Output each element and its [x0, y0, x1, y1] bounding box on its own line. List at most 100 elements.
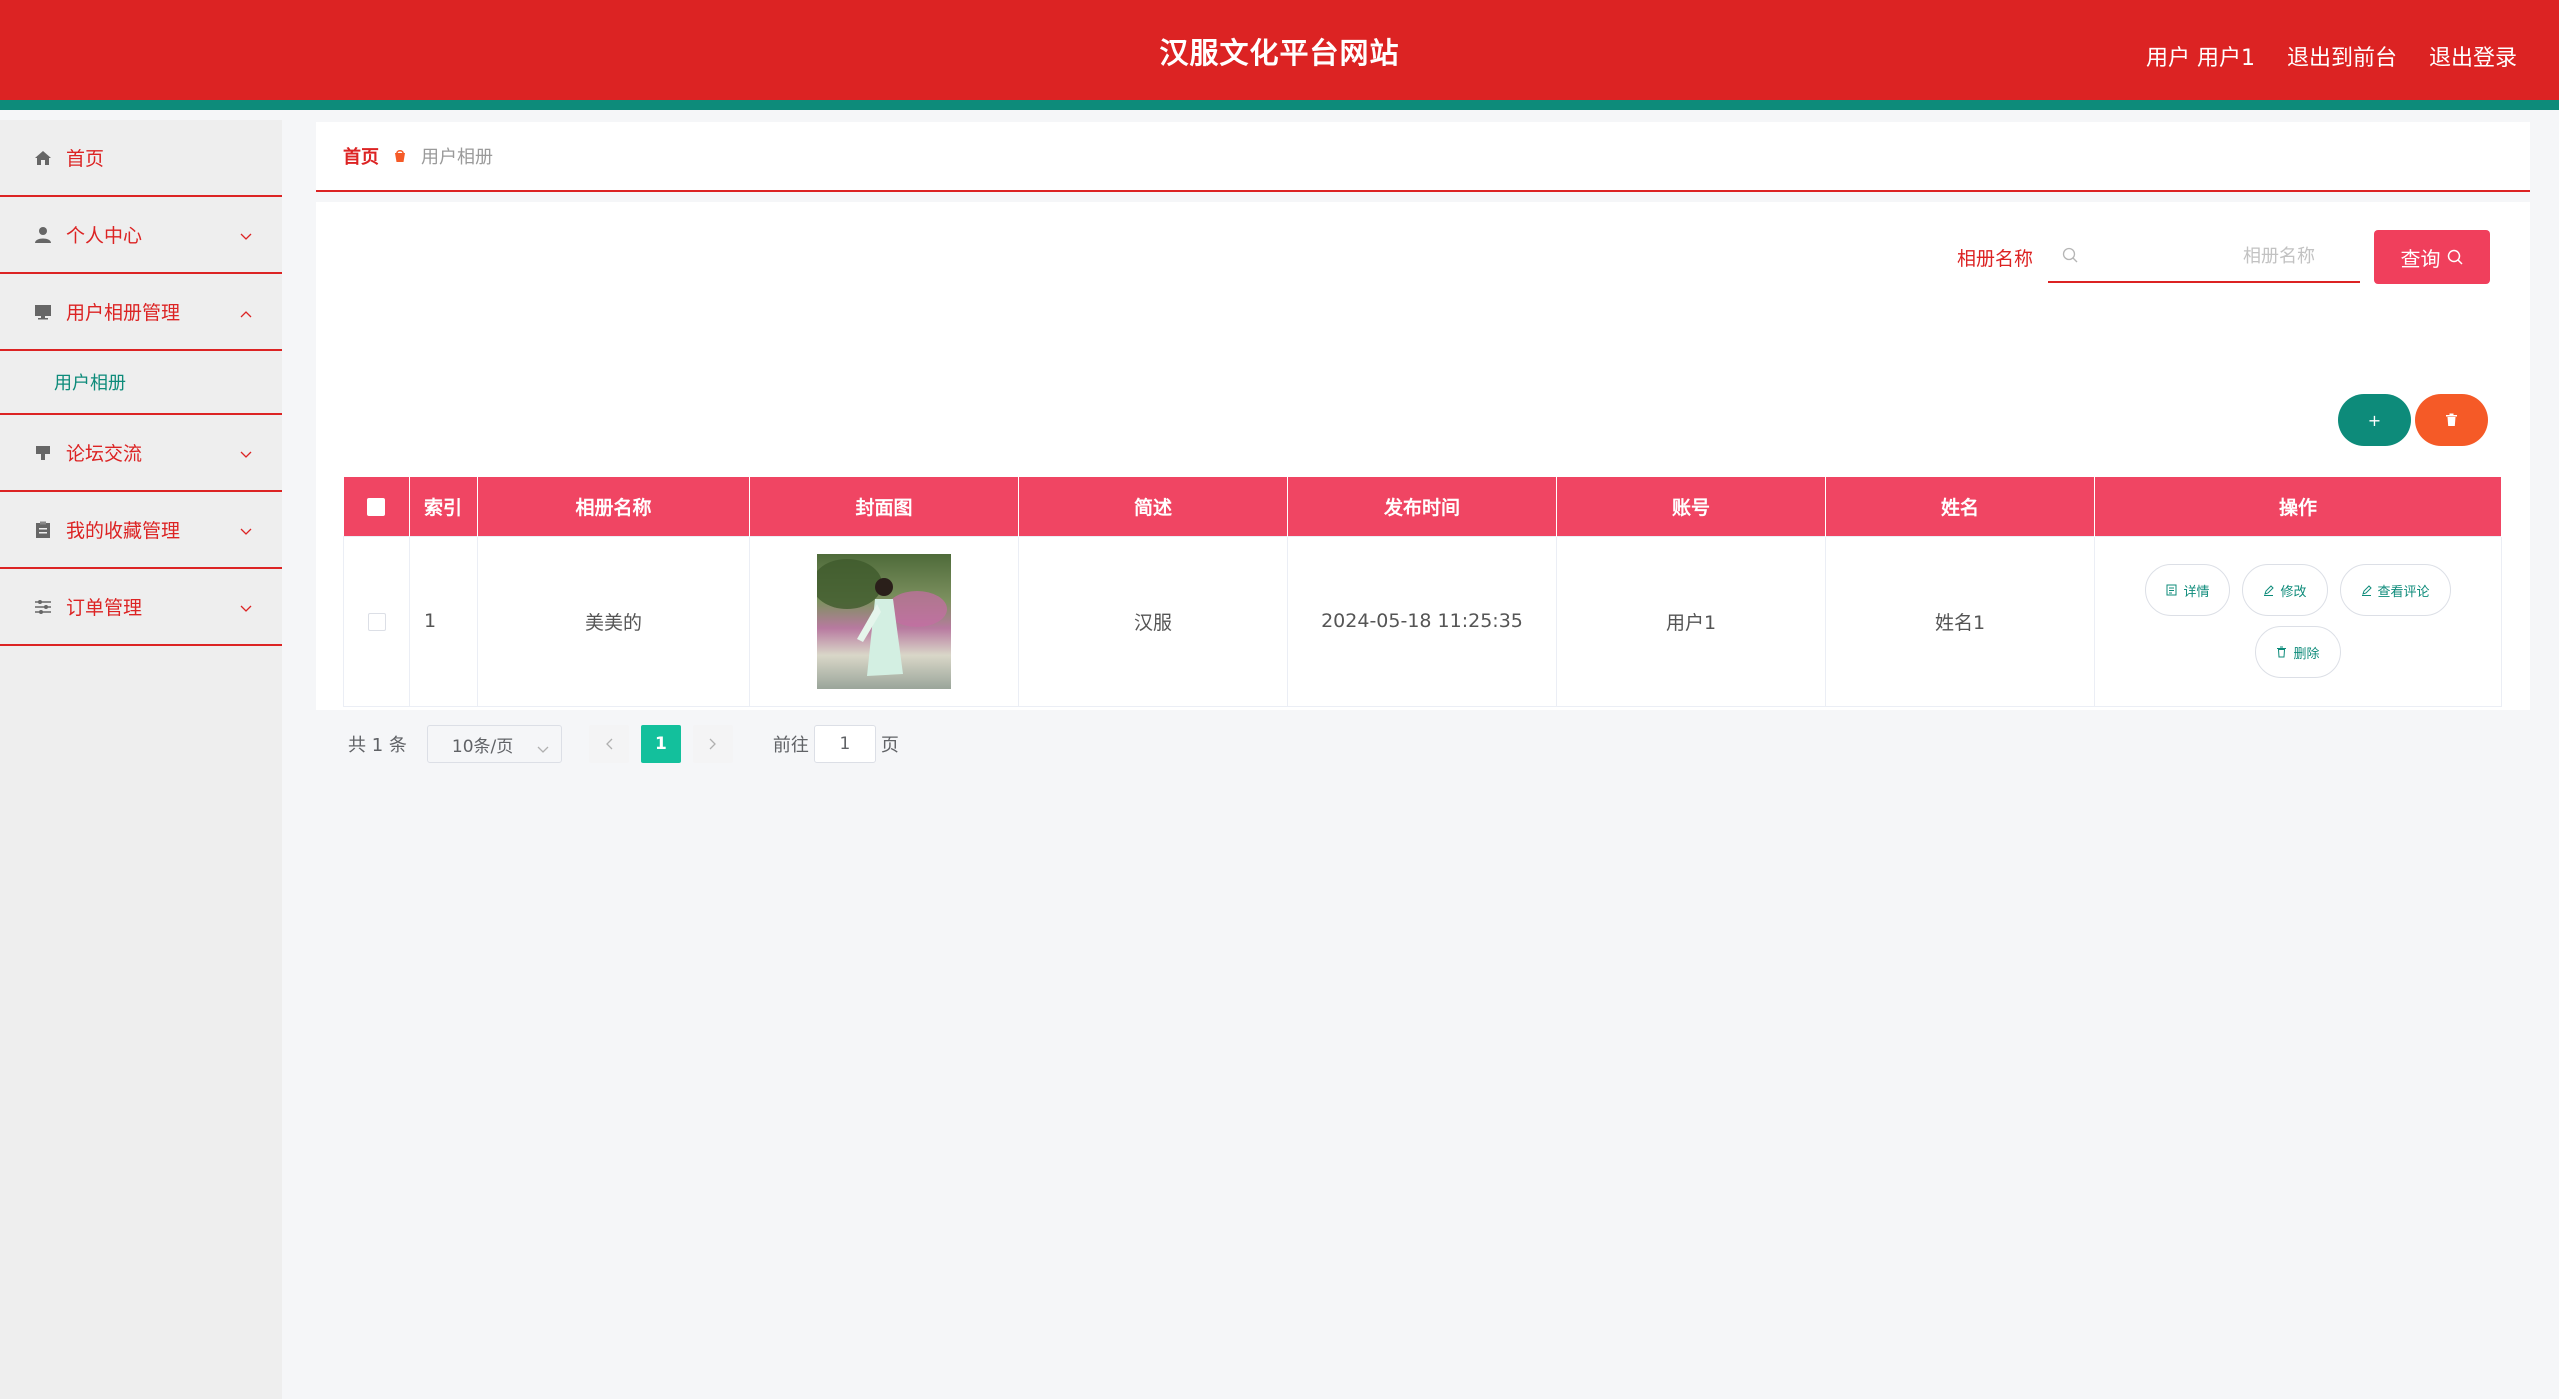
detail-button[interactable]: 详情 — [2145, 564, 2231, 616]
breadcrumb-home[interactable]: 首页 — [343, 143, 379, 169]
home-icon — [30, 150, 56, 166]
edit-icon — [2361, 585, 2372, 596]
add-button[interactable]: + — [2338, 394, 2411, 446]
document-icon — [2166, 584, 2177, 596]
select-all-cell — [343, 477, 410, 536]
search-input[interactable] — [2048, 231, 2360, 281]
bucket-icon — [393, 149, 407, 163]
sidebar-item-home[interactable]: 首页 — [0, 120, 282, 197]
publish-time-cell: 2024-05-18 11:25:35 — [1287, 535, 1557, 707]
action-buttons: + — [2338, 394, 2488, 446]
total-count: 共 1 条 — [348, 735, 407, 756]
delete-button[interactable]: 删除 — [2255, 626, 2341, 678]
sidebar-item-label: 论坛交流 — [66, 443, 143, 465]
edit-button[interactable]: 修改 — [2242, 564, 2328, 616]
column-header: 简述 — [1018, 477, 1288, 536]
batch-delete-button[interactable] — [2415, 394, 2488, 446]
sidebar-item-forum[interactable]: 论坛交流 — [0, 415, 282, 492]
back-to-front-link[interactable]: 退出到前台 — [2287, 40, 2397, 72]
row-checkbox[interactable] — [367, 612, 386, 631]
index-cell: 1 — [409, 535, 478, 707]
search-bar: 相册名称 查询 — [1957, 230, 2490, 284]
page-number-current[interactable]: 1 — [640, 725, 681, 763]
column-header: 账号 — [1556, 477, 1826, 536]
name-cell: 姓名1 — [1825, 535, 2095, 707]
sidebar: 首页 个人中心 用户相册管理 用户相册 论坛交流 我的收藏管理 订单管理 — [0, 120, 282, 1399]
sidebar-item-album-management[interactable]: 用户相册管理 — [0, 274, 282, 351]
sidebar-item-label: 我的收藏管理 — [66, 520, 181, 542]
column-header: 封面图 — [749, 477, 1019, 536]
query-button-label: 查询 — [2400, 246, 2441, 271]
table-header-row: 索引 相册名称 封面图 简述 发布时间 账号 姓名 操作 — [343, 477, 2502, 536]
search-field — [2048, 231, 2360, 283]
chevron-down-icon — [240, 519, 252, 541]
sidebar-item-label: 用户相册管理 — [66, 302, 181, 324]
view-comments-label: 查看评论 — [2377, 584, 2430, 600]
header-nav: 用户 用户1 退出到前台 退出登录 — [2146, 40, 2517, 72]
cover-cell — [749, 535, 1019, 707]
main-content: 首页 用户相册 相册名称 查询 + — [316, 122, 2530, 763]
account-cell: 用户1 — [1556, 535, 1826, 707]
column-header: 姓名 — [1825, 477, 2095, 536]
edit-button-label: 修改 — [2280, 584, 2307, 600]
sidebar-item-user-album[interactable]: 用户相册 — [0, 351, 282, 415]
chevron-down-icon — [240, 224, 252, 246]
chevron-down-icon — [240, 596, 252, 618]
breadcrumb-current: 用户相册 — [421, 147, 493, 168]
chat-icon — [30, 444, 56, 462]
sidebar-item-label: 订单管理 — [66, 597, 143, 619]
sidebar-item-orders[interactable]: 订单管理 — [0, 569, 282, 646]
search-label: 相册名称 — [1956, 247, 2033, 270]
select-all-checkbox[interactable] — [367, 497, 386, 516]
user-icon — [30, 226, 56, 244]
logout-link[interactable]: 退出登录 — [2429, 40, 2517, 72]
pagination: 共 1 条 10条/页 1 前往 页 — [348, 725, 899, 763]
prev-page-button[interactable] — [588, 725, 629, 763]
sidebar-item-label: 个人中心 — [66, 225, 143, 247]
operations-cell: 详情 修改 查看评论 删除 — [2094, 535, 2502, 707]
sidebar-item-label: 首页 — [66, 148, 105, 170]
sidebar-item-favorites[interactable]: 我的收藏管理 — [0, 492, 282, 569]
monitor-icon — [30, 304, 56, 320]
chevron-down-icon — [537, 739, 549, 759]
summary-cell: 汉服 — [1018, 535, 1288, 707]
chevron-left-icon — [605, 738, 613, 750]
sidebar-item-personal-center[interactable]: 个人中心 — [0, 197, 282, 274]
column-header: 索引 — [409, 477, 478, 536]
clipboard-icon — [30, 521, 56, 539]
content-panel: 相册名称 查询 + — [316, 202, 2530, 763]
table-row: 1 美美的 汉服 2024-05-18 11:25:35 用户1 姓名1 详情 … — [343, 535, 2502, 707]
query-button[interactable]: 查询 — [2374, 230, 2490, 284]
trash-icon — [2277, 646, 2287, 658]
add-button-label: + — [2367, 410, 2382, 430]
row-select-cell — [343, 535, 410, 707]
top-header: 汉服文化平台网站 用户 用户1 退出到前台 退出登录 — [0, 0, 2559, 110]
cover-image[interactable] — [817, 553, 951, 689]
edit-icon — [2264, 585, 2275, 596]
operations: 详情 修改 查看评论 删除 — [2095, 564, 2501, 678]
delete-button-label: 删除 — [2293, 646, 2320, 662]
trash-icon — [2446, 413, 2457, 426]
breadcrumb: 首页 用户相册 — [316, 122, 2530, 192]
column-header: 相册名称 — [477, 477, 750, 536]
goto-page-input[interactable] — [813, 725, 876, 763]
page-size-select[interactable]: 10条/页 — [426, 725, 562, 763]
goto-suffix: 页 — [880, 735, 899, 756]
album-name-cell: 美美的 — [477, 535, 750, 707]
sliders-icon — [30, 599, 56, 615]
chevron-down-icon — [240, 442, 252, 464]
column-header: 发布时间 — [1287, 477, 1557, 536]
page-size-value: 10条/页 — [451, 736, 514, 757]
next-page-button[interactable] — [692, 725, 733, 763]
column-header: 操作 — [2094, 477, 2502, 536]
view-comments-button[interactable]: 查看评论 — [2339, 564, 2451, 616]
sidebar-item-label: 用户相册 — [54, 373, 126, 394]
search-icon — [2447, 249, 2463, 265]
goto-prefix: 前往 — [772, 735, 809, 756]
chevron-right-icon — [709, 738, 716, 750]
current-user-link[interactable]: 用户 用户1 — [2146, 40, 2255, 72]
chevron-up-icon — [240, 301, 252, 323]
search-icon — [2062, 247, 2079, 268]
detail-button-label: 详情 — [2183, 584, 2210, 600]
album-table: 索引 相册名称 封面图 简述 发布时间 账号 姓名 操作 1 美美的 汉服 20… — [343, 477, 2502, 707]
